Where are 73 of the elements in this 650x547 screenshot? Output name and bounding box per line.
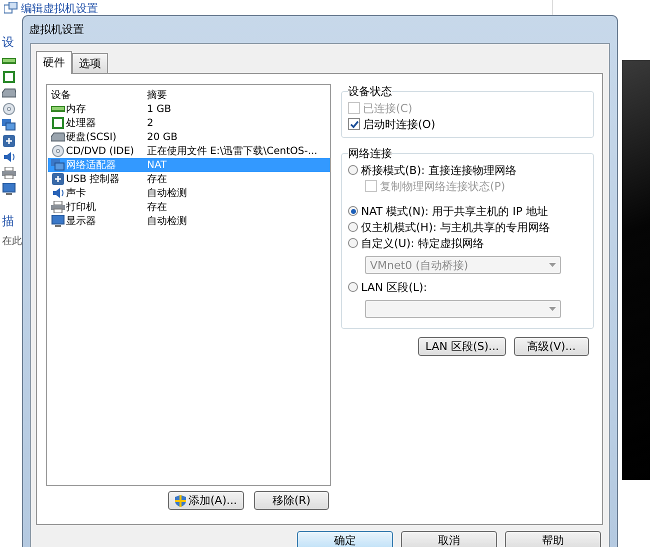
network-icon: [2, 119, 16, 131]
panel-button[interactable]: 高级(V)...: [514, 337, 589, 356]
device-row[interactable]: 声卡 自动检测: [48, 186, 330, 200]
caret-icon: [549, 307, 556, 311]
memory-chip-icon: [51, 103, 65, 115]
device-row[interactable]: 内存 1 GB: [48, 102, 330, 116]
device-name: CD/DVD (IDE): [66, 146, 134, 156]
device-name: 网络适配器: [66, 158, 116, 172]
dialog-button[interactable]: 帮助: [505, 531, 601, 547]
group-title: 设备状态: [348, 84, 392, 99]
device-summary: 存在: [147, 201, 168, 214]
device-name: 硬盘(SCSI): [66, 131, 116, 144]
device-summary: 1 GB: [147, 104, 172, 114]
device-row[interactable]: 硬盘(SCSI) 20 GB: [48, 130, 330, 144]
device-name: 显示器: [66, 215, 96, 228]
device-name: 处理器: [66, 116, 96, 130]
tab[interactable]: 硬件: [36, 51, 72, 74]
device-summary: 正在使用文件 E:\迅雷下载\CentOS-...: [147, 144, 318, 158]
device-name: USB 控制器: [66, 172, 120, 186]
disc-icon: [51, 145, 65, 157]
caret-icon: [549, 263, 556, 267]
radio-button[interactable]: [348, 238, 358, 248]
device-row[interactable]: 打印机 存在: [48, 200, 330, 214]
device-summary: 存在: [147, 173, 168, 186]
section-heading: 描: [2, 213, 14, 230]
radio-button[interactable]: [348, 206, 358, 216]
description-text: 在此: [2, 234, 22, 248]
shield-icon: [175, 494, 186, 506]
dialog-button[interactable]: 确定: [297, 531, 393, 547]
dialog-button[interactable]: 取消: [401, 531, 497, 547]
device-summary: NAT: [147, 160, 168, 170]
monitor-icon: [51, 215, 65, 227]
window-title: 虚拟机设置: [29, 22, 84, 37]
tab[interactable]: 选项: [72, 53, 108, 73]
checkbox-label: 启动时连接(O): [363, 116, 436, 132]
processor-icon: [51, 117, 65, 129]
checkbox[interactable]: [348, 118, 360, 130]
radio-button[interactable]: [348, 222, 358, 232]
radio-button[interactable]: [348, 282, 358, 292]
device-summary: 20 GB: [147, 132, 179, 142]
radio-label: NAT 模式(N): 用于共享主机的 IP 地址: [361, 204, 548, 218]
device-row[interactable]: 显示器 自动检测: [48, 214, 330, 228]
device-row[interactable]: 处理器 2: [48, 116, 330, 130]
section-heading: 设: [2, 34, 14, 51]
usb-icon: [51, 173, 65, 185]
radio-label: 自定义(U): 特定虚拟网络: [361, 236, 484, 250]
printer-icon: [51, 201, 65, 213]
device-summary: 自动检测: [147, 186, 188, 200]
checkbox-label: 复制物理网络连接状态(P): [380, 178, 506, 194]
checkbox-label: 已连接(C): [363, 100, 412, 116]
radio-label: 桥接模式(B): 直接连接物理网络: [361, 162, 516, 178]
monitor-icon: [2, 183, 16, 195]
list-button[interactable]: 移除(R): [254, 491, 329, 510]
device-summary: 自动检测: [147, 214, 188, 228]
column-header: 设备: [51, 88, 72, 102]
edit-settings-link[interactable]: 编辑虚拟机设置: [21, 0, 98, 16]
radio-label: 仅主机模式(H): 与主机共享的专用网络: [361, 220, 550, 234]
column-header: 摘要: [147, 88, 168, 102]
device-summary: 2: [147, 118, 154, 128]
list-button[interactable]: 添加(A)...: [168, 491, 244, 510]
device-name: 打印机: [66, 200, 96, 214]
device-name: 内存: [66, 102, 86, 116]
speaker-icon: [51, 187, 65, 199]
speaker-icon: [2, 151, 16, 163]
device-row[interactable]: USB 控制器 存在: [48, 172, 330, 186]
network-icon: [51, 159, 65, 171]
radio-button[interactable]: [348, 165, 358, 175]
device-name: 声卡: [66, 186, 86, 200]
device-row[interactable]: CD/DVD (IDE) 正在使用文件 E:\迅雷下载\CentOS-...: [48, 144, 330, 158]
radio-label: LAN 区段(L):: [361, 280, 428, 294]
group-title: 网络连接: [348, 146, 392, 161]
panel-button[interactable]: LAN 区段(S)...: [418, 337, 506, 356]
memory-chip-icon: [2, 55, 16, 67]
